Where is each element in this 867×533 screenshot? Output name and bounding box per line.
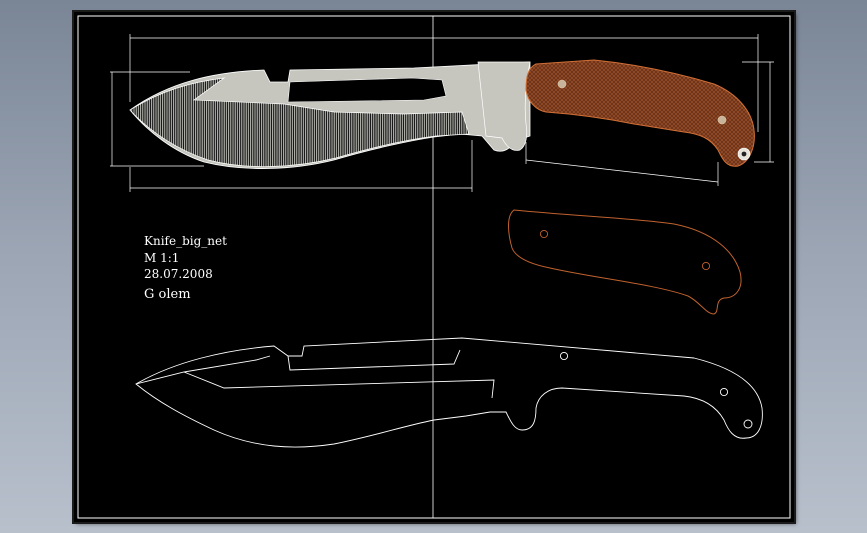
- knife-outline-body: [135, 337, 763, 448]
- scale-pin-front: [539, 229, 549, 239]
- outline-pin-front: [559, 351, 569, 361]
- handle-pin-front: [557, 79, 567, 89]
- scale-pin-rear: [701, 261, 711, 271]
- drawing-name: Knife_big_net: [144, 234, 227, 248]
- cad-viewport[interactable]: Knife_big_net M 1:1 28.07.2008 G olem: [74, 12, 794, 522]
- title-block: Knife_big_net M 1:1 28.07.2008 G olem: [144, 234, 227, 302]
- knife-side-view-rendered: [110, 34, 774, 192]
- handle-scale-rendered: [525, 59, 755, 167]
- outline-lanyard-hole: [743, 419, 753, 429]
- knife-outline-profile: [135, 337, 763, 448]
- dimension-handle-length: [525, 142, 719, 186]
- knife-outline-fuller: [287, 349, 461, 371]
- drawing-canvas: Knife_big_net M 1:1 28.07.2008 G olem: [77, 15, 791, 519]
- drawing-date: 28.07.2008: [144, 267, 213, 281]
- handle-scale-outline: [508, 209, 742, 315]
- knife-outline-bevel: [135, 355, 495, 399]
- lanyard-hole-inner: [741, 151, 747, 157]
- drawing-author: G olem: [144, 287, 191, 302]
- drawing-scale: M 1:1: [144, 251, 179, 265]
- outline-pin-rear: [719, 387, 729, 397]
- handle-pin-rear: [717, 115, 727, 125]
- blade-fuller: [287, 77, 447, 103]
